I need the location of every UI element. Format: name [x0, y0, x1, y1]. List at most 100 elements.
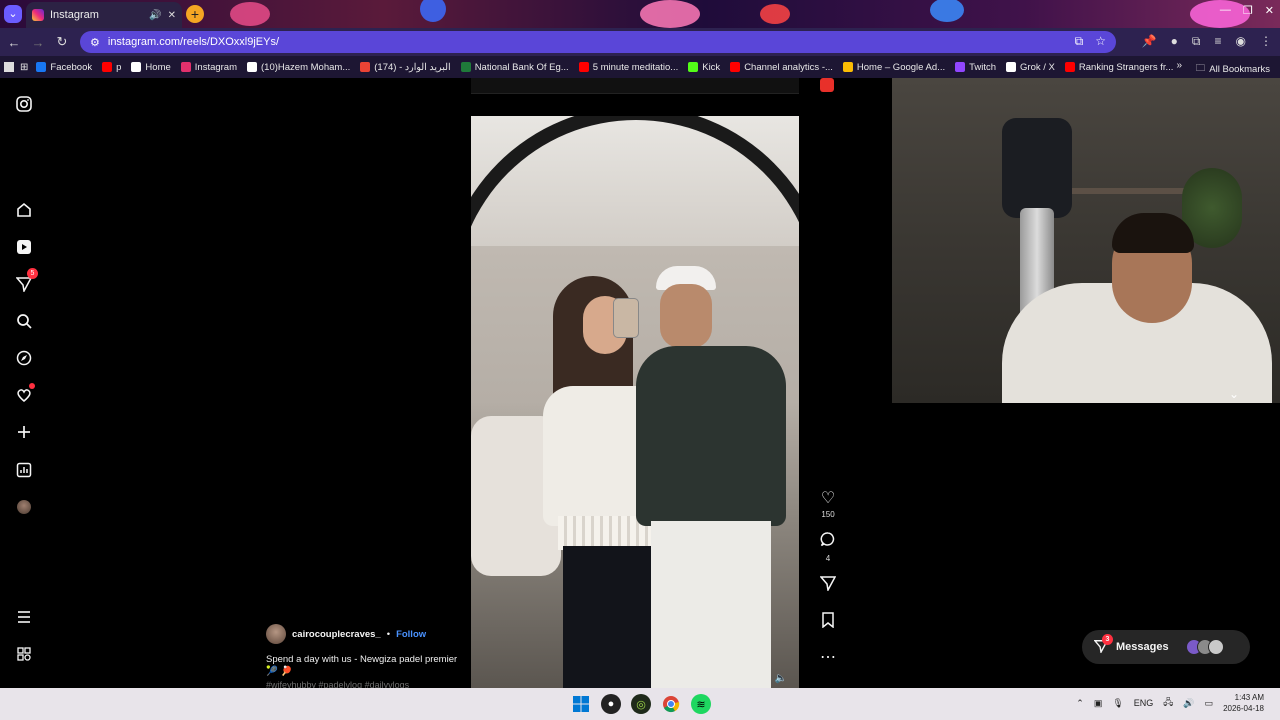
- speaker-icon[interactable]: 🔊: [149, 10, 161, 21]
- direct-messages-icon[interactable]: 5: [14, 268, 38, 294]
- spotify-icon[interactable]: ≋: [691, 694, 711, 714]
- address-bar[interactable]: ⚙ instagram.com/reels/DXOxxl9jEYs/ ⧉ ☆: [80, 31, 1116, 53]
- browser-menu-icon[interactable]: ⋮: [1260, 34, 1272, 49]
- extension-overlay-icon[interactable]: [820, 78, 834, 92]
- more-menu-icon[interactable]: [14, 607, 34, 627]
- bookmark-item[interactable]: Twitch: [951, 62, 1000, 73]
- comment-icon[interactable]: [820, 531, 836, 552]
- bookmark-favicon-icon: [842, 62, 853, 72]
- bookmark-favicon-icon: [688, 62, 699, 72]
- notifications-heart-icon[interactable]: [14, 383, 35, 405]
- tray-app-icon[interactable]: ▣: [1094, 698, 1103, 709]
- like-heart-icon[interactable]: ♡: [821, 490, 835, 508]
- tray-overflow-icon[interactable]: ⌃: [1076, 698, 1084, 709]
- create-plus-icon[interactable]: [14, 422, 34, 442]
- bookmark-item[interactable]: (174) - البريد الوارد: [356, 62, 454, 73]
- bookmark-item[interactable]: Kick: [684, 62, 724, 73]
- bookmark-star-icon[interactable]: ☆: [1095, 34, 1106, 49]
- search-icon[interactable]: [14, 311, 34, 331]
- instagram-page: 5 🔈 ♡ 150 4 ⋯ cairocouplecraves_ • Follo…: [0, 78, 1280, 690]
- profile-avatar-icon[interactable]: ◉: [1236, 34, 1246, 49]
- chrome-icon[interactable]: [661, 694, 681, 714]
- back-arrow-icon[interactable]: ←: [2, 35, 26, 50]
- url-text[interactable]: instagram.com/reels/DXOxxl9jEYs/: [108, 36, 279, 48]
- browser-tab-strip: ⌄ Instagram 🔊 ✕ + — ❐ ✕: [0, 0, 1280, 28]
- instagram-logo-icon[interactable]: [14, 94, 34, 114]
- apps-icon[interactable]: [4, 62, 14, 72]
- all-bookmarks-button[interactable]: 🗀 All Bookmarks: [1196, 61, 1270, 77]
- language-indicator[interactable]: ENG: [1134, 698, 1154, 708]
- share-icon[interactable]: [819, 575, 837, 596]
- minimize-icon[interactable]: —: [1220, 4, 1231, 17]
- also-from-meta-icon[interactable]: [14, 644, 34, 664]
- bookmark-item[interactable]: (10)Hazem Moham...: [243, 62, 354, 73]
- bookmark-item[interactable]: 5 minute meditatio...: [575, 62, 683, 73]
- bookmark-item[interactable]: Home – Google Ad...: [839, 62, 949, 73]
- reel-actions: ♡ 150 4 ⋯: [814, 490, 842, 667]
- messages-button[interactable]: 3 Messages: [1082, 630, 1250, 664]
- bookmark-label: Home: [145, 61, 171, 73]
- browser-toolbar: ← → ↻ ⚙ instagram.com/reels/DXOxxl9jEYs/…: [0, 28, 1280, 56]
- battery-icon[interactable]: ▭: [1205, 698, 1214, 709]
- tab-search-button[interactable]: ⌄: [4, 5, 22, 23]
- tab-instagram[interactable]: Instagram 🔊 ✕: [26, 2, 182, 28]
- mute-toggle-icon[interactable]: 🔈: [775, 673, 787, 684]
- author-avatar[interactable]: [266, 624, 286, 644]
- site-info-icon[interactable]: ⚙: [90, 36, 100, 49]
- explore-compass-icon[interactable]: [14, 348, 34, 368]
- app-icon-1[interactable]: ●: [601, 694, 621, 714]
- bookmark-item[interactable]: Channel analytics -...: [726, 62, 837, 73]
- bookmark-item[interactable]: Instagram: [177, 62, 241, 73]
- bookmark-favicon-icon: [247, 62, 258, 72]
- bookmark-label: Ranking Strangers fr...: [1078, 61, 1174, 73]
- profile-avatar[interactable]: [14, 497, 34, 517]
- bookmark-item[interactable]: National Bank Of Eg...: [457, 62, 573, 73]
- close-window-icon[interactable]: ✕: [1265, 4, 1274, 17]
- follow-button[interactable]: Follow: [396, 629, 426, 640]
- chevron-down-icon[interactable]: ⌄: [1222, 387, 1246, 403]
- windows-start-icon[interactable]: [571, 694, 591, 714]
- microphone-icon[interactable]: 🎙: [1112, 698, 1123, 709]
- bookmark-label: National Bank Of Eg...: [474, 61, 569, 73]
- reading-list-icon[interactable]: ≡: [1215, 34, 1222, 49]
- reel-video[interactable]: 🔈: [471, 116, 799, 688]
- bookmark-item[interactable]: p: [98, 62, 125, 73]
- grid-icon[interactable]: ⊞: [20, 62, 28, 73]
- new-tab-button[interactable]: +: [186, 5, 204, 23]
- bookmark-label: (10)Hazem Moham...: [261, 61, 351, 73]
- bookmark-label: Kick: [702, 61, 721, 73]
- home-icon[interactable]: [14, 200, 34, 220]
- bookmark-favicon-icon: [1064, 62, 1075, 72]
- restore-icon[interactable]: ❐: [1243, 4, 1253, 17]
- author-username[interactable]: cairocouplecraves_: [292, 629, 381, 640]
- bookmark-label: Facebook: [50, 61, 93, 73]
- bookmark-label: p: [116, 61, 122, 73]
- bookmark-item[interactable]: Ranking Strangers fr...: [1061, 62, 1178, 73]
- messages-label: Messages: [1116, 641, 1169, 653]
- dashboard-chart-icon[interactable]: [14, 460, 34, 480]
- reload-icon[interactable]: ↻: [50, 34, 74, 50]
- forward-arrow-icon[interactable]: →: [26, 35, 50, 50]
- folder-icon: 🗀: [1195, 63, 1206, 74]
- app-icon-2[interactable]: ◎: [631, 694, 651, 714]
- install-app-icon[interactable]: ⧉: [1075, 34, 1084, 49]
- extensions-puzzle-icon[interactable]: ⧉: [1192, 34, 1201, 49]
- bookmark-item[interactable]: Grok / X: [1002, 62, 1059, 73]
- clock-time: 1:43 AM: [1234, 693, 1264, 702]
- bookmark-favicon-icon: [1006, 62, 1017, 72]
- volume-icon[interactable]: 🔊: [1183, 698, 1194, 709]
- bookmarks-overflow-icon[interactable]: »: [1176, 60, 1182, 71]
- reels-icon[interactable]: [14, 237, 34, 257]
- extension-pin-icon[interactable]: 📌: [1142, 34, 1157, 49]
- close-tab-icon[interactable]: ✕: [168, 10, 176, 21]
- bookmark-label: Channel analytics -...: [744, 61, 833, 73]
- save-bookmark-icon[interactable]: [821, 612, 835, 633]
- bookmark-item[interactable]: Facebook: [32, 62, 96, 73]
- system-clock[interactable]: 1:43 AM 2026-04-18: [1223, 692, 1264, 714]
- bookmark-item[interactable]: Home: [127, 62, 174, 73]
- more-options-icon[interactable]: ⋯: [820, 649, 836, 667]
- network-icon[interactable]: 🖧: [1163, 695, 1173, 711]
- bookmark-label: Grok / X: [1020, 61, 1055, 73]
- extension-circle-icon[interactable]: ●: [1171, 34, 1178, 49]
- video-phone: [613, 298, 639, 338]
